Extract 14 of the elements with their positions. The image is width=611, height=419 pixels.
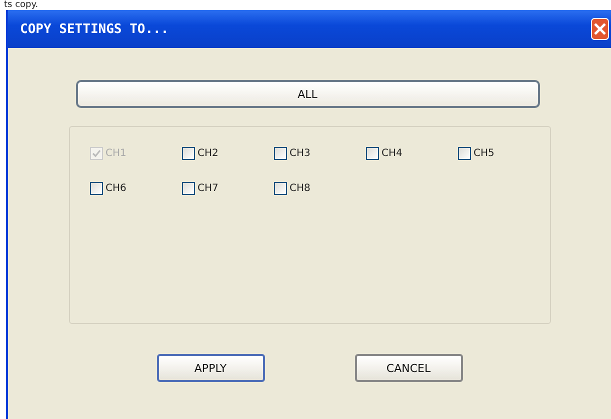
channel-checkbox[interactable]: CH2 <box>182 147 274 160</box>
all-button[interactable]: ALL <box>76 80 540 108</box>
cancel-button[interactable]: CANCEL <box>354 354 462 382</box>
check-mark-icon <box>92 149 100 158</box>
channel-checkbox[interactable]: CH8 <box>274 182 366 195</box>
channel-checkbox[interactable]: CH4 <box>366 147 458 160</box>
channel-checkbox[interactable]: CH3 <box>274 147 366 160</box>
close-icon[interactable] <box>591 18 609 40</box>
caption-text: ts copy. <box>3 0 40 10</box>
channel-checkbox[interactable]: CH7 <box>182 182 274 195</box>
window-title: COPY SETTINGS TO... <box>20 22 169 36</box>
apply-button[interactable]: APPLY <box>156 354 264 382</box>
channel-checkbox[interactable]: CH6 <box>90 182 182 195</box>
channel-checkbox[interactable]: CH5 <box>458 147 550 160</box>
